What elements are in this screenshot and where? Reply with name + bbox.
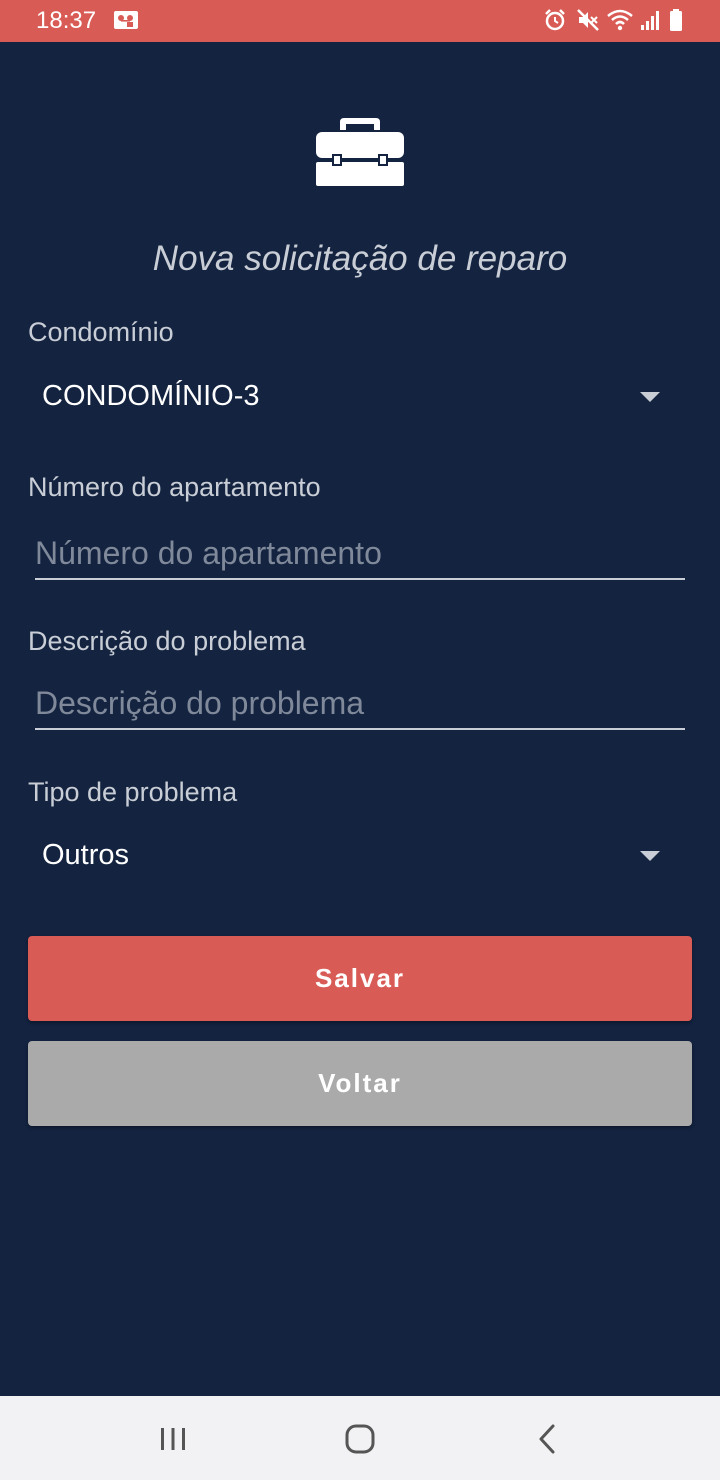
tipo-select[interactable]: Outros: [28, 825, 692, 885]
wifi-icon: [607, 9, 633, 31]
condominio-label: Condomínio: [28, 317, 174, 347]
save-button[interactable]: Salvar: [28, 936, 692, 1021]
home-icon[interactable]: [335, 1414, 385, 1464]
status-bar: 18:37: [0, 0, 720, 42]
condominio-select[interactable]: CONDOMÍNIO-3: [28, 366, 692, 426]
descricao-label: Descrição do problema: [28, 626, 306, 656]
dropdown-arrow-icon: [640, 392, 660, 402]
condominio-selected-value: CONDOMÍNIO-3: [42, 380, 260, 412]
battery-icon: [670, 9, 682, 31]
apartamento-label: Número do apartamento: [28, 472, 321, 502]
back-icon[interactable]: [522, 1414, 572, 1464]
apartamento-input[interactable]: [35, 528, 685, 580]
dropdown-arrow-icon: [640, 851, 660, 861]
alarm-icon: [545, 9, 565, 31]
descricao-input[interactable]: [35, 678, 685, 730]
tipo-selected-value: Outros: [42, 839, 130, 871]
tipo-label: Tipo de problema: [28, 777, 238, 807]
repair-request-screen: 18:37 Nova solicitação de reparo Condomí…: [0, 0, 720, 1480]
navigation-bar: [0, 1396, 720, 1480]
mute-icon: [577, 9, 599, 31]
status-time: 18:37: [36, 7, 97, 34]
signal-icon: [641, 11, 659, 30]
recent-apps-icon[interactable]: [148, 1414, 198, 1464]
voicemail-icon: [114, 11, 138, 29]
toolbox-icon: [316, 118, 404, 186]
page-title: Nova solicitação de reparo: [152, 239, 568, 278]
back-button[interactable]: Voltar: [28, 1041, 692, 1126]
